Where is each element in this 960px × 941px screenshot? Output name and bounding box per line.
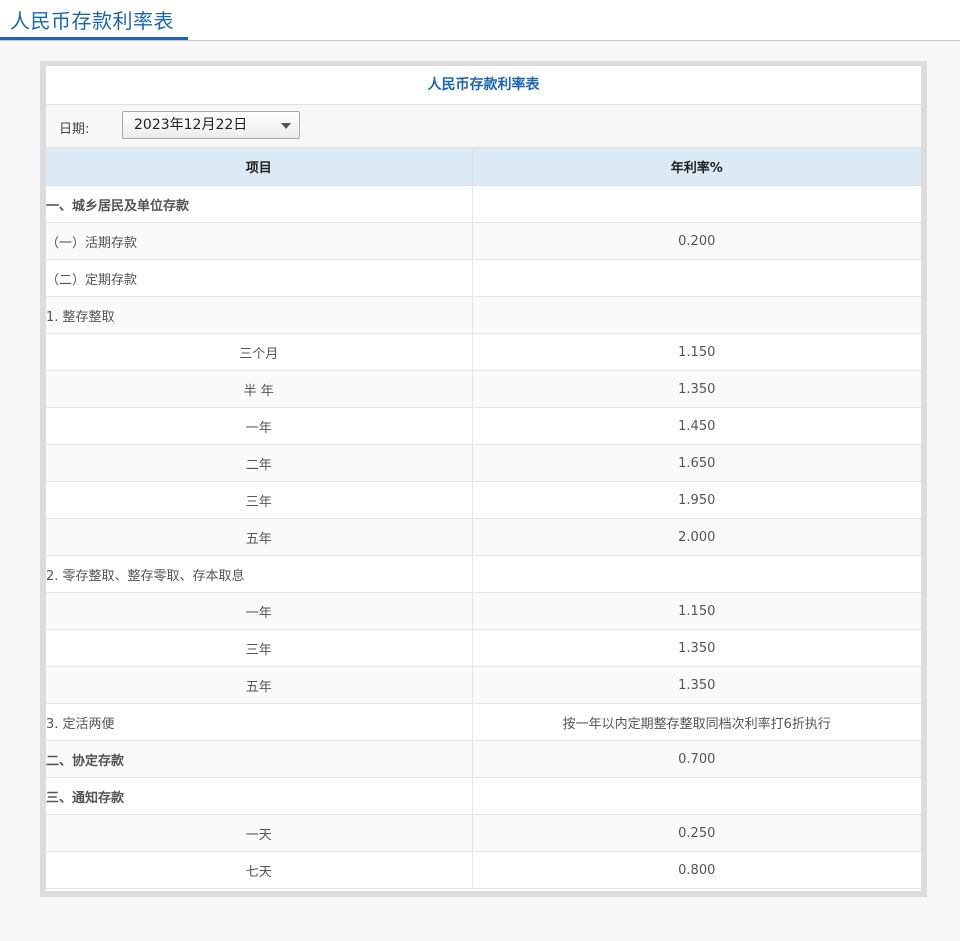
page-title: 人民币存款利率表 — [10, 9, 174, 33]
table-row: 一年 1.150 — [46, 592, 921, 630]
table-row: 一、城乡居民及单位存款 — [46, 185, 921, 223]
rate-cell — [471, 296, 921, 334]
table-row: 2. 零存整取、整存零取、存本取息 — [46, 555, 921, 593]
rate-cell — [471, 555, 921, 593]
item-cell: 一年 — [46, 407, 473, 445]
rates-table: 项目 年利率% 一、城乡居民及单位存款 （一）活期存款 0.200 （二）定期存… — [46, 148, 921, 889]
item-cell: 一、城乡居民及单位存款 — [46, 185, 473, 223]
item-cell: 一天 — [46, 814, 473, 852]
item-cell: 1. 整存整取 — [46, 296, 473, 334]
table-row: 二年 1.650 — [46, 444, 921, 482]
table-row: 三个月 1.150 — [46, 333, 921, 371]
rate-cell: 1.350 — [471, 666, 921, 704]
item-cell: 七天 — [46, 851, 473, 889]
table-row: 三年 1.950 — [46, 481, 921, 519]
rate-cell: 1.950 — [471, 481, 921, 519]
date-select[interactable]: 2023年12月22日 — [122, 111, 300, 139]
rate-cell: 1.350 — [471, 629, 921, 667]
rate-cell: 0.800 — [471, 851, 921, 889]
item-cell: 三年 — [46, 481, 473, 519]
item-cell: （二）定期存款 — [46, 259, 473, 297]
date-select-value: 2023年12月22日 — [134, 117, 248, 133]
table-row: 一天 0.250 — [46, 814, 921, 852]
table-row: 二、协定存款 0.700 — [46, 740, 921, 778]
rate-cell: 1.150 — [471, 592, 921, 630]
table-row: 一年 1.450 — [46, 407, 921, 445]
rate-cell: 1.650 — [471, 444, 921, 482]
table-row: 三、通知存款 — [46, 777, 921, 815]
rate-table-container: 人民币存款利率表 日期: 2023年12月22日 项目 年利率% 一、城乡居民及… — [46, 66, 921, 891]
item-cell: 3. 定活两便 — [46, 703, 473, 741]
date-filter-row: 日期: 2023年12月22日 — [46, 105, 921, 148]
item-cell: 五年 — [46, 666, 473, 704]
table-row: 1. 整存整取 — [46, 296, 921, 334]
date-label: 日期: — [59, 122, 90, 137]
item-cell: （一）活期存款 — [46, 222, 473, 260]
item-cell: 二年 — [46, 444, 473, 482]
item-cell: 二、协定存款 — [46, 740, 473, 778]
rate-cell — [471, 259, 921, 297]
rate-cell: 0.250 — [471, 814, 921, 852]
page-title-underline — [0, 37, 188, 40]
item-cell: 三、通知存款 — [46, 777, 473, 815]
rate-cell: 1.150 — [471, 333, 921, 371]
table-row: （一）活期存款 0.200 — [46, 222, 921, 260]
rate-cell: 按一年以内定期整存整取同档次利率打6折执行 — [471, 703, 921, 741]
chevron-down-icon[interactable] — [281, 123, 291, 129]
rate-cell: 0.200 — [471, 222, 921, 260]
column-header-rate: 年利率% — [471, 148, 921, 186]
table-row: 3. 定活两便 按一年以内定期整存整取同档次利率打6折执行 — [46, 703, 921, 741]
table-row: 五年 1.350 — [46, 666, 921, 704]
rate-cell: 1.350 — [471, 370, 921, 408]
table-row: 七天 0.800 — [46, 851, 921, 889]
rate-table-panel: 人民币存款利率表 日期: 2023年12月22日 项目 年利率% 一、城乡居民及… — [40, 61, 927, 897]
rate-cell: 2.000 — [471, 518, 921, 556]
table-row: 五年 2.000 — [46, 518, 921, 556]
item-cell: 三年 — [46, 629, 473, 667]
table-row: 三年 1.350 — [46, 629, 921, 667]
item-cell: 2. 零存整取、整存零取、存本取息 — [46, 555, 473, 593]
table-row: 半 年 1.350 — [46, 370, 921, 408]
table-title: 人民币存款利率表 — [46, 66, 921, 105]
rate-cell — [471, 777, 921, 815]
rate-cell: 0.700 — [471, 740, 921, 778]
table-header-row: 项目 年利率% — [46, 148, 921, 186]
item-cell: 三个月 — [46, 333, 473, 371]
item-cell: 一年 — [46, 592, 473, 630]
item-cell: 五年 — [46, 518, 473, 556]
column-header-item: 项目 — [46, 148, 473, 186]
rate-cell — [471, 185, 921, 223]
item-cell: 半 年 — [46, 370, 473, 408]
page-header: 人民币存款利率表 — [0, 0, 960, 41]
table-row: （二）定期存款 — [46, 259, 921, 297]
rate-cell: 1.450 — [471, 407, 921, 445]
